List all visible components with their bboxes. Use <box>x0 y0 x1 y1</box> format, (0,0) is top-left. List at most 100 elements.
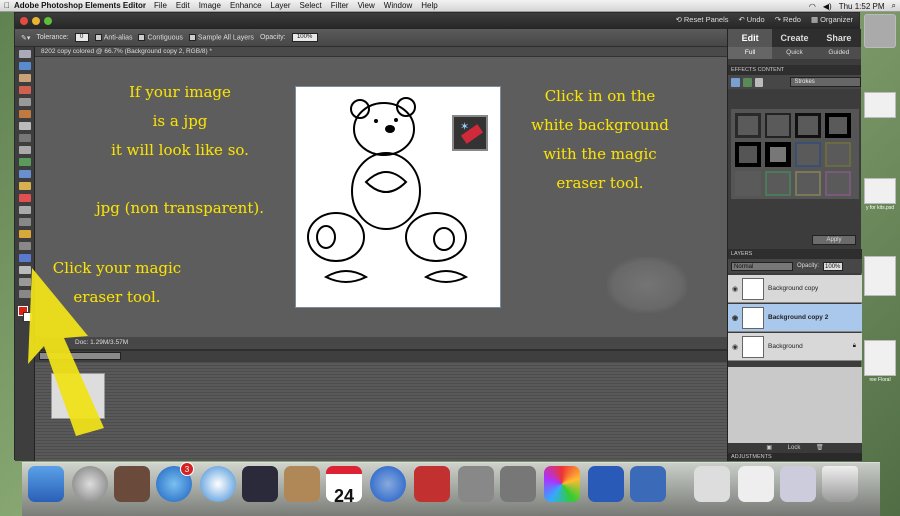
finder-icon[interactable] <box>28 466 64 502</box>
stroke-effect-swatch[interactable] <box>765 142 791 167</box>
desktop-icon-kits[interactable]: y for kits.psd <box>862 178 898 211</box>
menu-view[interactable]: View <box>358 1 375 10</box>
stroke-effect-swatch[interactable] <box>735 113 761 138</box>
desktop-icon-drive[interactable] <box>862 14 898 49</box>
sample-all-layers-checkbox[interactable]: Sample All Layers <box>188 33 254 41</box>
stroke-effect-swatch[interactable] <box>825 113 851 138</box>
menu-image[interactable]: Image <box>199 1 221 10</box>
shape-tool-icon[interactable] <box>18 254 31 262</box>
tool-preset-icon[interactable]: ✎▾ <box>21 34 30 42</box>
anti-alias-checkbox[interactable]: Anti-alias <box>94 33 132 41</box>
delete-layer-icon[interactable]: 🗑︎ <box>816 445 824 451</box>
filters-icon[interactable] <box>731 77 740 87</box>
stamp-tool-icon[interactable] <box>18 218 31 226</box>
paint-bucket-tool-icon[interactable] <box>18 230 31 238</box>
volume-icon[interactable]: ◀) <box>823 2 832 11</box>
stroke-effect-swatch[interactable] <box>765 113 791 138</box>
stroke-effect-swatch[interactable] <box>825 142 851 167</box>
brush-tool-icon[interactable] <box>18 206 31 214</box>
desktop-icon-doc[interactable] <box>862 256 898 297</box>
reset-panels-button[interactable]: ⟲ Reset Panels <box>676 15 729 24</box>
minimize-window-button[interactable] <box>32 17 40 25</box>
quick-selection-tool-icon[interactable] <box>18 122 31 130</box>
stroke-effect-swatch[interactable] <box>765 171 791 196</box>
photo-booth-icon[interactable] <box>114 466 150 502</box>
cookie-cutter-tool-icon[interactable] <box>18 158 31 166</box>
redo-button[interactable]: ↷ Redo <box>775 15 801 24</box>
system-preferences-icon[interactable] <box>500 466 536 502</box>
apply-button[interactable]: Apply <box>812 235 856 245</box>
gradient-tool-icon[interactable] <box>18 242 31 250</box>
menu-window[interactable]: Window <box>384 1 412 10</box>
itunes-icon[interactable] <box>370 466 406 502</box>
visibility-eye-icon[interactable]: ◉ <box>728 314 742 322</box>
photo-effects-icon[interactable] <box>754 77 764 87</box>
iphoto-icon[interactable] <box>458 466 494 502</box>
stroke-effect-swatch[interactable] <box>795 171 821 196</box>
visibility-eye-icon[interactable]: ◉ <box>728 343 742 351</box>
calendar-icon[interactable]: 24 <box>326 466 362 506</box>
menu-filter[interactable]: Filter <box>331 1 349 10</box>
image-canvas[interactable]: ✶ <box>295 86 501 308</box>
menu-edit[interactable]: Edit <box>176 1 190 10</box>
tab-share[interactable]: Share <box>817 29 861 47</box>
menu-select[interactable]: Select <box>300 1 322 10</box>
zoom-tool-icon[interactable] <box>18 62 31 70</box>
tab-edit[interactable]: Edit <box>728 29 773 47</box>
effects-category-dropdown[interactable]: Strokes <box>790 77 862 87</box>
close-window-button[interactable] <box>20 17 28 25</box>
type-tool-icon[interactable] <box>18 134 31 142</box>
organizer-button[interactable]: ▦ Organizer <box>811 15 853 24</box>
facetime-icon[interactable] <box>242 466 278 502</box>
magic-eraser-tool-icon[interactable] <box>18 194 31 202</box>
stroke-effect-swatch[interactable] <box>825 171 851 196</box>
safari-icon[interactable] <box>200 466 236 502</box>
new-layer-icon[interactable]: ▣ <box>766 445 772 451</box>
stroke-effect-swatch[interactable] <box>735 142 761 167</box>
layer-styles-icon[interactable] <box>742 77 752 87</box>
opacity-field[interactable]: 100% <box>291 33 318 42</box>
apple-icon[interactable]:  <box>0 1 14 10</box>
tab-create[interactable]: Create <box>772 29 816 47</box>
zoom-window-button[interactable] <box>44 17 52 25</box>
menu-file[interactable]: File <box>154 1 167 10</box>
stroke-effect-swatch[interactable] <box>735 171 761 196</box>
menu-enhance[interactable]: Enhance <box>230 1 262 10</box>
wifi-icon[interactable]: ◠ <box>809 2 816 11</box>
effects-panel-header[interactable]: EFFECTS CONTENT <box>728 65 861 75</box>
trash-icon[interactable] <box>822 466 858 502</box>
marquee-tool-icon[interactable] <box>18 98 31 106</box>
layer-opacity-field[interactable]: 100% <box>823 261 844 271</box>
visibility-eye-icon[interactable]: ◉ <box>728 285 742 293</box>
tab-full[interactable]: Full <box>728 47 773 59</box>
blend-mode-dropdown[interactable]: Normal <box>731 261 793 271</box>
document-tab[interactable]: 8202 copy colored @ 66.7% (Background co… <box>35 47 727 57</box>
minimized-window-icon[interactable] <box>780 466 816 502</box>
layer-row[interactable]: ◉ Background 🔒︎ <box>728 333 862 361</box>
lasso-tool-icon[interactable] <box>18 110 31 118</box>
red-eye-tool-icon[interactable] <box>18 170 31 178</box>
spotlight-icon[interactable]: ⌕ <box>892 1 896 11</box>
minimized-window-icon[interactable] <box>738 466 774 502</box>
menu-help[interactable]: Help <box>421 1 437 10</box>
eyedropper-tool-icon[interactable] <box>18 86 31 94</box>
tolerance-field[interactable]: 0 <box>74 33 89 42</box>
minimized-window-icon[interactable] <box>694 466 730 502</box>
tab-quick[interactable]: Quick <box>772 47 816 59</box>
menubar-app-name[interactable]: Adobe Photoshop Elements Editor <box>14 1 146 10</box>
color-grid-icon[interactable] <box>544 466 580 502</box>
clock[interactable]: Thu 1:52 PM <box>839 2 885 11</box>
address-book-icon[interactable] <box>284 466 320 502</box>
preview-icon[interactable] <box>630 466 666 502</box>
layer-row[interactable]: ◉ Background copy <box>728 275 862 303</box>
adjustments-panel-header[interactable]: ADJUSTMENTS <box>728 453 862 461</box>
photo-booth-2-icon[interactable] <box>414 466 450 502</box>
desktop-icon-file[interactable] <box>862 92 898 119</box>
undo-button[interactable]: ↶ Undo <box>739 15 765 24</box>
contiguous-checkbox[interactable]: Contiguous <box>138 33 183 41</box>
tab-guided[interactable]: Guided <box>817 47 861 59</box>
move-tool-icon[interactable] <box>18 50 31 58</box>
layer-row-selected[interactable]: ◉ Background copy 2 <box>728 304 862 332</box>
hand-tool-icon[interactable] <box>18 74 31 82</box>
stroke-effect-swatch[interactable] <box>795 142 821 167</box>
